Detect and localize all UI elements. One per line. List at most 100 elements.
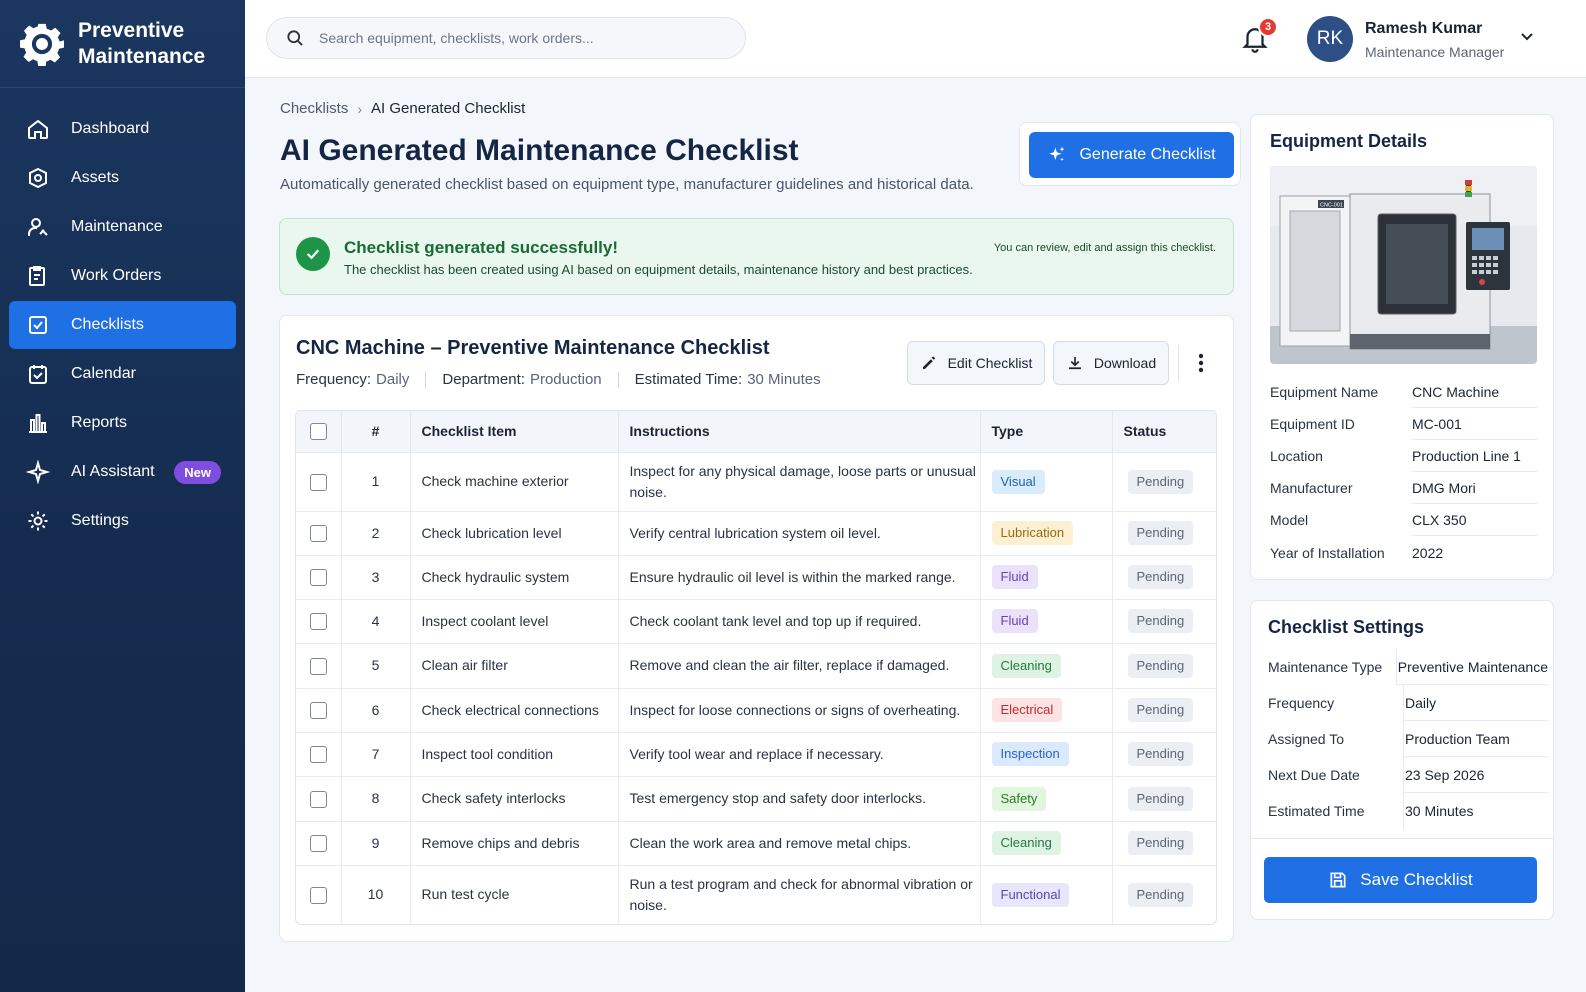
table-row: 4 Inspect coolant level Check coolant ta… (296, 598, 1216, 643)
search-icon (287, 30, 303, 46)
row-item: Remove chips and debris (410, 820, 619, 865)
chevron-right-icon: › (357, 100, 363, 117)
row-checkbox[interactable] (309, 746, 327, 764)
more-options-icon[interactable] (1190, 349, 1212, 377)
edit-checklist-button[interactable]: Edit Checklist (907, 341, 1045, 385)
row-instructions: Verify central lubrication system oil le… (618, 510, 981, 555)
table-row: 5 Clean air filter Remove and clean the … (296, 642, 1216, 688)
checklist-meta: Frequency: Daily Department: Production … (296, 371, 821, 388)
field-value[interactable]: Daily (1404, 685, 1548, 721)
sidebar-item-label: Dashboard (71, 120, 150, 137)
row-checkbox-cell (296, 864, 342, 924)
row-checkbox[interactable] (309, 473, 327, 491)
row-checkbox-cell (296, 510, 342, 555)
row-checkbox[interactable] (309, 525, 327, 543)
row-type-cell: Fluid (980, 598, 1113, 643)
sidebar-item-settings[interactable]: Settings (9, 497, 236, 545)
check-circle-icon (296, 237, 330, 271)
generate-checklist-button[interactable]: Generate Checklist (1029, 132, 1234, 178)
download-button[interactable]: Download (1053, 341, 1169, 385)
column-header-instructions: Instructions (618, 411, 981, 452)
select-all-cell (296, 411, 342, 452)
app-title: Preventive Maintenance (78, 18, 206, 68)
type-chip: Fluid (991, 609, 1038, 633)
row-instructions: Inspect for any physical damage, loose p… (618, 451, 981, 511)
sidebar-item-ai-assistant[interactable]: AI Assistant New (9, 448, 236, 496)
field-label: Year of Installation (1270, 545, 1385, 561)
sidebar-item-maintenance[interactable]: Maintenance (9, 203, 236, 251)
user-wrench-icon (26, 215, 50, 239)
row-checkbox[interactable] (309, 835, 327, 853)
save-checklist-button[interactable]: Save Checklist (1264, 857, 1537, 903)
row-type-cell: Lubrication (980, 510, 1113, 555)
row-status-cell: Pending (1112, 598, 1216, 643)
avatar[interactable]: RK (1307, 16, 1353, 62)
search-bar[interactable] (266, 17, 746, 59)
sidebar-item-label: Maintenance (71, 218, 163, 235)
type-chip: Functional (991, 882, 1070, 907)
chevron-down-icon[interactable] (1519, 28, 1535, 44)
row-checkbox-cell (296, 642, 342, 688)
sidebar-nav: Dashboard Assets Maintenance Work Orders… (0, 88, 245, 545)
alert-text: The checklist has been created using AI … (344, 262, 973, 277)
sidebar-item-calendar[interactable]: Calendar (9, 350, 236, 398)
search-input[interactable] (319, 30, 719, 46)
row-type-cell: Cleaning (980, 820, 1113, 865)
field-value: 2022 (1412, 545, 1444, 561)
row-checkbox[interactable] (309, 657, 327, 675)
page-title: AI Generated Maintenance Checklist (280, 134, 799, 167)
breadcrumb-current: AI Generated Checklist (371, 100, 526, 117)
field-label: Location (1270, 448, 1323, 464)
page-subtitle: Automatically generated checklist based … (280, 176, 974, 193)
equipment-field: Year of Installation 2022 (1270, 537, 1537, 569)
brand[interactable]: Preventive Maintenance (0, 0, 245, 88)
type-chip: Visual (991, 469, 1045, 494)
column-header-number: # (341, 411, 411, 452)
sidebar-item-reports[interactable]: Reports (9, 399, 236, 447)
status-badge: Pending (1127, 653, 1194, 678)
field-value[interactable]: 30 Minutes (1404, 793, 1548, 829)
row-type-cell: Functional (980, 864, 1113, 924)
field-value[interactable]: Preventive Maintenance (1396, 649, 1548, 685)
row-instructions: Run a test program and check for abnorma… (618, 864, 981, 924)
alert-title: Checklist generated successfully! (344, 238, 619, 257)
row-instructions: Check coolant tank level and top up if r… (618, 598, 981, 643)
sidebar-item-label: AI Assistant (71, 463, 155, 480)
save-icon (1330, 872, 1346, 888)
row-item: Check safety interlocks (410, 775, 619, 821)
select-all-checkbox[interactable] (309, 423, 327, 441)
type-chip: Lubrication (991, 521, 1074, 545)
checklist-title: CNC Machine – Preventive Maintenance Che… (296, 337, 770, 359)
row-instructions: Ensure hydraulic oil level is within the… (618, 554, 981, 599)
breadcrumb-checklists-link[interactable]: Checklists (280, 100, 348, 117)
field-value: DMG Mori (1412, 472, 1537, 504)
sidebar-item-label: Reports (71, 414, 128, 431)
status-badge: Pending (1127, 609, 1194, 633)
row-checkbox[interactable] (309, 702, 327, 720)
status-badge: Pending (1127, 521, 1194, 545)
row-checkbox-cell (296, 554, 342, 599)
row-instructions: Verify tool wear and replace if necessar… (618, 731, 981, 776)
row-checkbox[interactable] (309, 887, 327, 905)
field-label: Next Due Date (1268, 757, 1404, 793)
field-value[interactable]: Production Team (1404, 721, 1548, 757)
row-number: 3 (341, 554, 411, 599)
type-chip: Fluid (991, 565, 1038, 589)
type-chip: Cleaning (991, 653, 1061, 678)
row-checkbox[interactable] (309, 569, 327, 587)
table-row: 9 Remove chips and debris Clean the work… (296, 820, 1216, 865)
table-row: 10 Run test cycle Run a test program and… (296, 864, 1216, 924)
type-chip: Cleaning (991, 831, 1061, 855)
equipment-field: Location Production Line 1 (1270, 440, 1537, 472)
frequency-value: Daily (376, 371, 410, 388)
row-checkbox[interactable] (309, 613, 327, 631)
sidebar-item-assets[interactable]: Assets (9, 154, 236, 202)
row-number: 1 (341, 451, 411, 511)
estimated-time-label: Estimated Time: (634, 371, 743, 388)
sidebar-item-work-orders[interactable]: Work Orders (9, 252, 236, 300)
sidebar-item-dashboard[interactable]: Dashboard (9, 105, 236, 153)
row-checkbox[interactable] (309, 790, 327, 808)
row-checkbox-cell (296, 731, 342, 776)
sidebar-item-checklists[interactable]: Checklists (9, 301, 236, 349)
field-value[interactable]: 23 Sep 2026 (1404, 757, 1548, 793)
